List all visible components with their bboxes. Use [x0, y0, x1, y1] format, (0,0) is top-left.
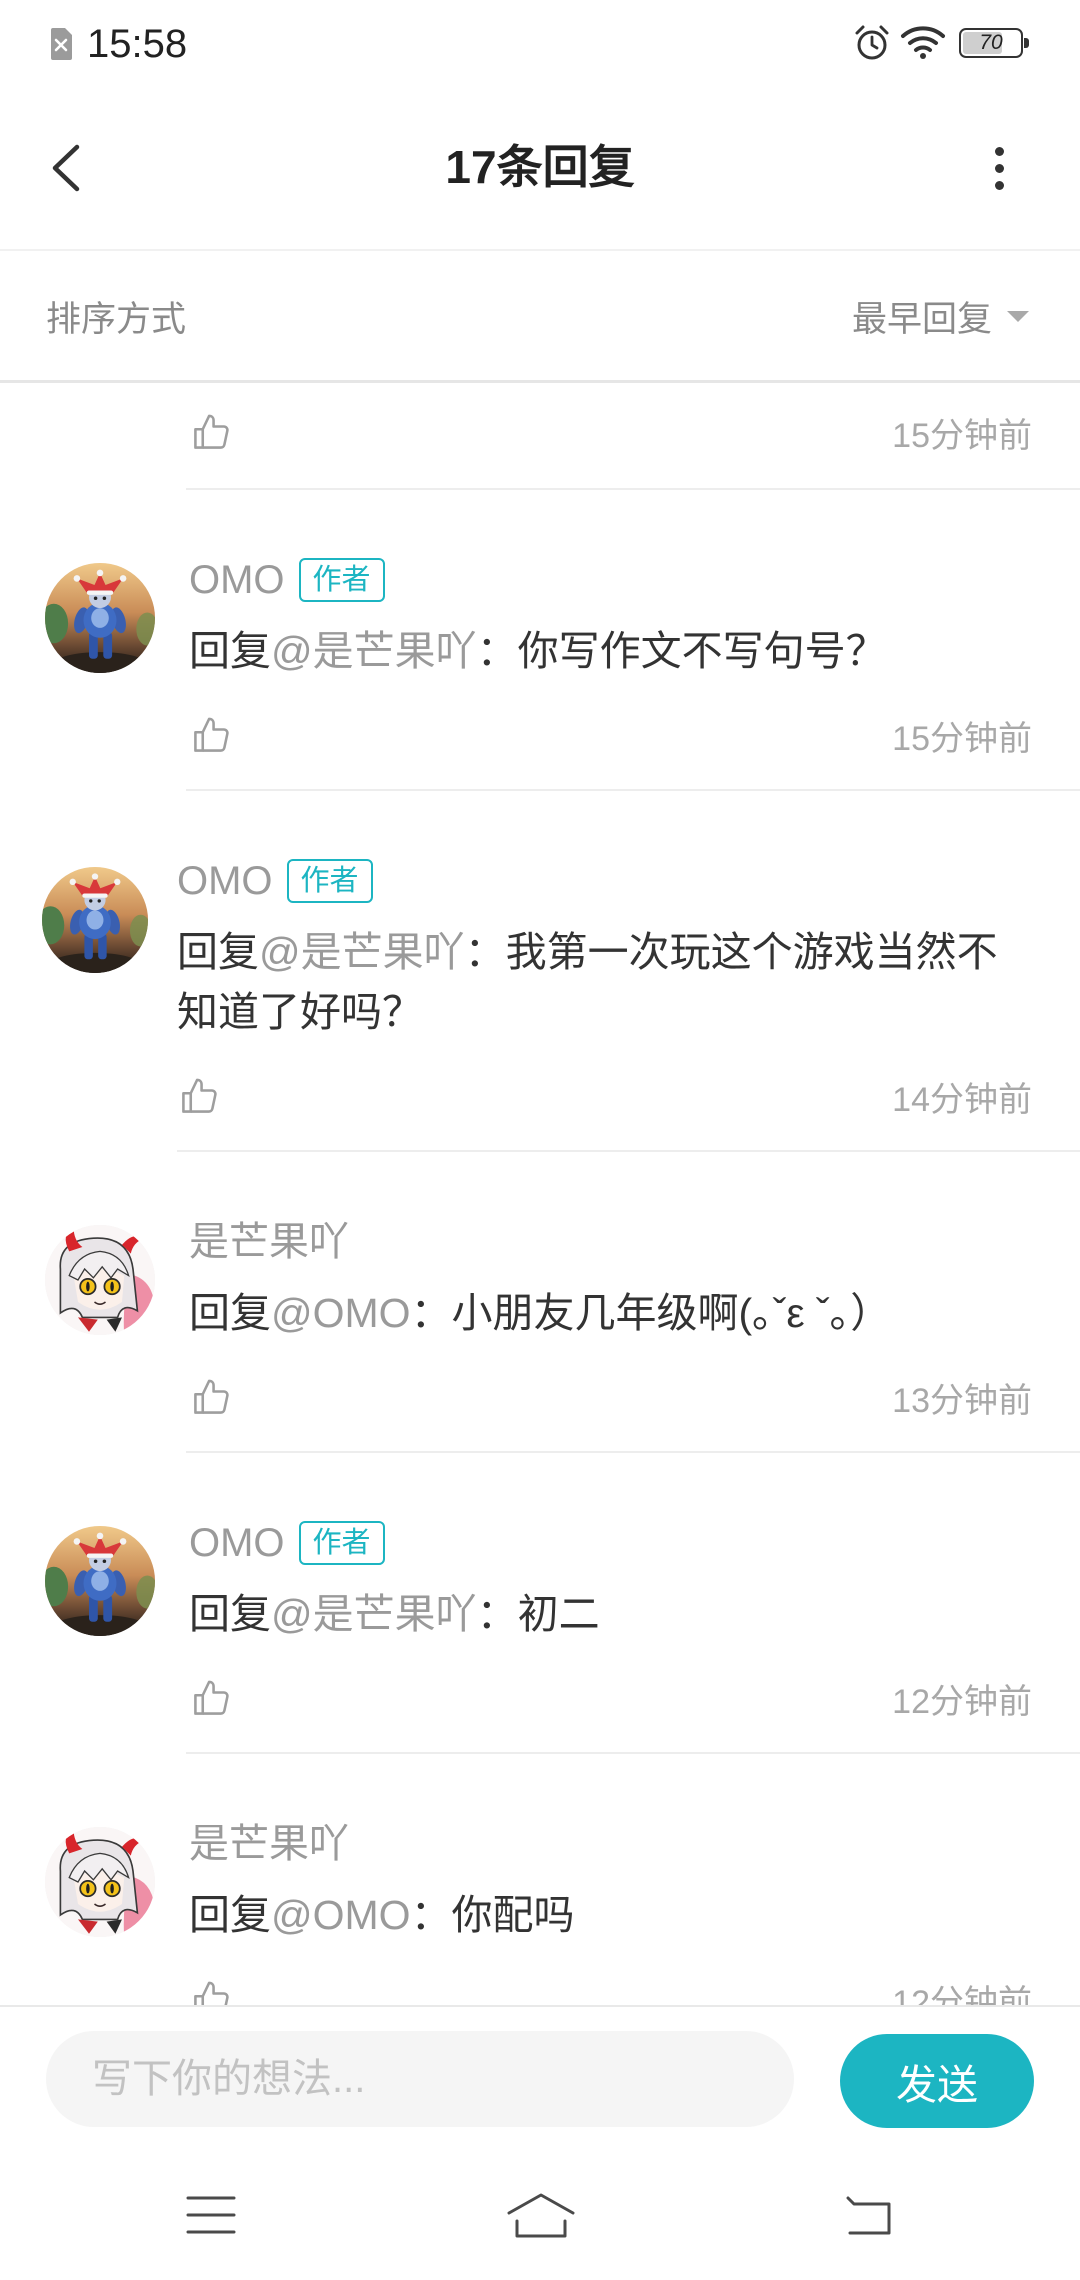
reply-item: OMO 作者 回复@是芒果吖：我第一次玩这个游戏当然不知道了好吗？ 14分钟前	[0, 791, 1080, 1152]
mention-link[interactable]: @是芒果吖	[259, 929, 465, 975]
reply-time: 12分钟前	[892, 1682, 1032, 1721]
reply-header: 是芒果吖	[189, 1816, 1032, 1872]
page-title: 17条回复	[445, 141, 635, 193]
author-name[interactable]: 是芒果吖	[189, 1816, 349, 1872]
wifi-icon	[901, 26, 945, 59]
send-button[interactable]: 发送	[840, 2034, 1034, 2128]
reply-item: 是芒果吖 回复@OMO：小朋友几年级啊(｡ˇε ˇ｡） 13分钟前	[0, 1152, 1080, 1453]
thumbs-up-icon[interactable]	[189, 713, 233, 757]
thumbs-up-icon[interactable]	[189, 410, 233, 454]
reply-prefix: 回复	[189, 1892, 271, 1938]
sort-selected-option[interactable]: 最早回复	[852, 291, 992, 342]
reply-body: ：小朋友几年级啊(｡ˇε ˇ｡）	[410, 1290, 892, 1336]
alarm-icon	[855, 25, 889, 60]
more-dot	[994, 180, 1004, 190]
reply-header: OMO 作者	[177, 853, 1032, 909]
thumbs-up-icon[interactable]	[177, 1074, 221, 1118]
status-bar: 15:58 70	[0, 0, 1080, 88]
reply-body: ：初二	[476, 1591, 600, 1637]
more-vertical-icon[interactable]	[980, 136, 1018, 200]
mention-link[interactable]: @OMO	[271, 1892, 411, 1938]
more-dot	[994, 146, 1004, 156]
reply-composer: 发送	[0, 2005, 1080, 2151]
reply-prefix: 回复	[189, 1591, 271, 1637]
author-badge: 作者	[298, 1521, 385, 1565]
reply-time: 15分钟前	[892, 416, 1032, 455]
avatar[interactable]	[42, 867, 148, 973]
reply-footer: 12分钟前	[189, 1668, 1032, 1728]
reply-time: 12分钟前	[892, 1983, 1032, 2006]
reply-item: 是芒果吖 回复@OMO：你配吗 12分钟前	[0, 1754, 1080, 2005]
battery-level-label: 70	[979, 31, 1003, 54]
author-name[interactable]: OMO	[177, 853, 273, 909]
battery-icon: 70	[959, 28, 1029, 58]
reply-time: 13分钟前	[892, 1381, 1032, 1420]
reply-footer: 15分钟前	[189, 705, 1032, 765]
reply-time: 15分钟前	[892, 719, 1032, 758]
reply-body: ：你配吗	[410, 1892, 575, 1938]
reply-item: OMO 作者 回复@是芒果吖：初二 12分钟前	[0, 1453, 1080, 1754]
reply-time: 14分钟前	[892, 1080, 1032, 1119]
reply-footer: 15分钟前	[189, 402, 1032, 462]
home-icon[interactable]	[505, 2191, 577, 2241]
author-name[interactable]: 是芒果吖	[189, 1214, 349, 1270]
sort-bar: 排序方式 最早回复	[0, 253, 1080, 383]
reply-footer: 12分钟前	[189, 1969, 1032, 2005]
back-icon[interactable]	[842, 2193, 896, 2237]
reply-item: OMO 作者 回复@是芒果吖：你写作文不写句号？ 15分钟前	[0, 490, 1080, 791]
author-name[interactable]: OMO	[189, 552, 285, 608]
thumbs-up-icon[interactable]	[189, 1676, 233, 1720]
author-badge: 作者	[298, 558, 385, 602]
avatar[interactable]	[45, 1827, 155, 1937]
mention-link[interactable]: @是芒果吖	[271, 628, 477, 674]
reply-text[interactable]: 回复@是芒果吖：初二	[189, 1584, 1032, 1644]
reply-list[interactable]: 15分钟前 OMO 作者 回复@是芒果吖：你写作文不写句号？ 15分钟前 OMO…	[0, 383, 1080, 2005]
system-nav-bar	[0, 2151, 1080, 2280]
sim-card-missing-icon	[51, 28, 72, 60]
reply-prefix: 回复	[189, 628, 271, 674]
menu-icon[interactable]	[185, 2193, 237, 2237]
reply-body: ：你写作文不写句号？	[476, 628, 887, 674]
mention-link[interactable]: @是芒果吖	[271, 1591, 477, 1637]
reply-header: 是芒果吖	[189, 1214, 1032, 1270]
comment-input[interactable]	[46, 2031, 794, 2127]
sort-label: 排序方式	[46, 300, 187, 339]
reply-text[interactable]: 回复@OMO：你配吗	[189, 1885, 1032, 1945]
caret-down-icon[interactable]	[1007, 311, 1029, 322]
avatar[interactable]	[45, 1526, 155, 1636]
reply-prefix: 回复	[177, 929, 259, 975]
more-dot	[994, 163, 1004, 173]
reply-item: 15分钟前	[0, 383, 1080, 490]
reply-footer: 14分钟前	[177, 1066, 1032, 1126]
top-app-bar: 17条回复	[0, 88, 1080, 251]
reply-text[interactable]: 回复@是芒果吖：我第一次玩这个游戏当然不知道了好吗？	[177, 922, 1032, 1042]
reply-header: OMO 作者	[189, 1515, 1032, 1571]
avatar[interactable]	[45, 563, 155, 673]
author-badge: 作者	[286, 859, 373, 903]
reply-header: OMO 作者	[189, 552, 1032, 608]
avatar[interactable]	[45, 1225, 155, 1335]
clock-time: 15:58	[87, 22, 188, 66]
thumbs-up-icon[interactable]	[189, 1375, 233, 1419]
reply-text[interactable]: 回复@是芒果吖：你写作文不写句号？	[189, 621, 1032, 681]
author-name[interactable]: OMO	[189, 1515, 285, 1571]
reply-text[interactable]: 回复@OMO：小朋友几年级啊(｡ˇε ˇ｡）	[189, 1283, 1032, 1343]
thumbs-up-icon[interactable]	[189, 1977, 233, 2005]
sort-dropdown[interactable]: 最早回复	[852, 291, 1029, 342]
mention-link[interactable]: @OMO	[271, 1290, 411, 1336]
back-button[interactable]	[36, 136, 96, 200]
reply-footer: 13分钟前	[189, 1367, 1032, 1427]
back-arrow-icon	[52, 144, 80, 192]
reply-prefix: 回复	[189, 1290, 271, 1336]
